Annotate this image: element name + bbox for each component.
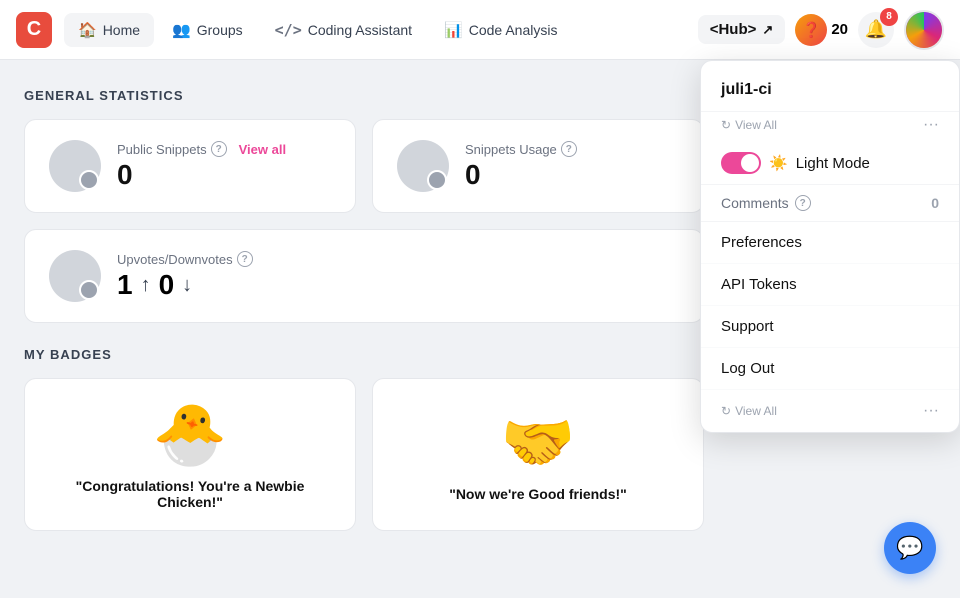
hub-label: <Hub> — [710, 21, 757, 38]
upvotes-info: Upvotes/Downvotes ? 1 ↑ 0 ↓ — [117, 251, 253, 301]
avatar-inner — [906, 12, 942, 48]
api-tokens-label: API Tokens — [721, 276, 797, 293]
friends-emoji: 🤝 — [501, 407, 576, 478]
newbie-title: "Congratulations! You're a Newbie Chicke… — [45, 478, 335, 510]
chat-icon: 💬 — [896, 535, 923, 561]
top-view-all-label: View All — [735, 118, 777, 132]
light-mode-text: Light Mode — [796, 155, 870, 172]
down-arrow-icon: ↓ — [182, 274, 192, 297]
hub-button[interactable]: <Hub> ↗ — [698, 15, 786, 44]
comments-row: Comments ? 0 — [701, 185, 959, 222]
nav-item-code-analysis[interactable]: 📊 Code Analysis — [430, 13, 571, 47]
badges-section: MY BADGES 🐣 "Congratulations! You're a N… — [24, 347, 704, 531]
nav-coding-label: Coding Assistant — [308, 22, 412, 38]
nav-home-label: Home — [103, 22, 140, 38]
view-all-link[interactable]: View all — [239, 142, 286, 157]
nav-groups-label: Groups — [197, 22, 243, 38]
dropdown-top-view-all: ↻ View All ··· — [701, 116, 959, 142]
logout-label: Log Out — [721, 360, 774, 377]
logo[interactable]: C — [16, 12, 52, 48]
downvote-value: 0 — [159, 269, 175, 301]
comments-count: 0 — [931, 195, 939, 211]
bottom-view-all-link[interactable]: ↻ View All — [721, 404, 777, 418]
hub-external-icon: ↗ — [762, 22, 773, 38]
snippet-label-text: Public Snippets — [117, 142, 207, 157]
snippets-usage-card: Snippets Usage ? 0 — [372, 119, 704, 213]
logout-item[interactable]: Log Out — [701, 348, 959, 390]
toggle-thumb — [741, 154, 759, 172]
bottom-view-all-label: View All — [735, 404, 777, 418]
upvotes-label-text: Upvotes/Downvotes — [117, 252, 233, 267]
nav-item-groups[interactable]: 👥 Groups — [158, 13, 257, 47]
nav-item-coding-assistant[interactable]: </> Coding Assistant — [261, 13, 426, 47]
points-count: 20 — [831, 21, 848, 38]
groups-icon: 👥 — [172, 21, 191, 39]
points-badge: ❓ 20 — [795, 14, 848, 46]
dropdown-footer: ↻ View All ··· — [701, 394, 959, 424]
preferences-label: Preferences — [721, 234, 802, 251]
badges-title: MY BADGES — [24, 347, 704, 362]
chat-button[interactable]: 💬 — [884, 522, 936, 574]
snippet-value: 0 — [117, 159, 286, 191]
badge-friends: 🤝 "Now we're Good friends!" — [372, 378, 704, 531]
upvote-value: 1 — [117, 269, 133, 301]
api-tokens-item[interactable]: API Tokens — [701, 264, 959, 306]
upvotes-label: Upvotes/Downvotes ? — [117, 251, 253, 267]
badge-newbie: 🐣 "Congratulations! You're a Newbie Chic… — [24, 378, 356, 531]
logo-letter: C — [27, 18, 41, 41]
friends-title: "Now we're Good friends!" — [449, 486, 627, 502]
up-arrow-icon: ↑ — [141, 274, 151, 297]
header: C 🏠 Home 👥 Groups </> Coding Assistant 📊… — [0, 0, 960, 60]
usage-avatar — [397, 140, 449, 192]
dropdown-menu: juli1-ci ↻ View All ··· ☀️ Light Mode Co… — [700, 60, 960, 433]
light-mode-toggle[interactable] — [721, 152, 761, 174]
badge-grid: 🐣 "Congratulations! You're a Newbie Chic… — [24, 378, 704, 531]
bottom-dots-button[interactable]: ··· — [923, 402, 939, 420]
public-snippets-card: Public Snippets ? View all 0 — [24, 119, 356, 213]
stats-grid: Public Snippets ? View all 0 Snippets Us… — [24, 119, 704, 213]
notification-count: 8 — [880, 8, 898, 26]
light-mode-row: ☀️ Light Mode — [701, 142, 959, 185]
snippet-info: Public Snippets ? View all 0 — [117, 141, 286, 191]
usage-label: Snippets Usage ? — [465, 141, 577, 157]
usage-value: 0 — [465, 159, 577, 191]
usage-help-icon[interactable]: ? — [561, 141, 577, 157]
upvotes-card: Upvotes/Downvotes ? 1 ↑ 0 ↓ — [24, 229, 704, 323]
nav-analysis-label: Code Analysis — [469, 22, 558, 38]
header-right: <Hub> ↗ ❓ 20 🔔 8 — [698, 10, 944, 50]
vote-display: 1 ↑ 0 ↓ — [117, 269, 253, 301]
snippet-label: Public Snippets ? View all — [117, 141, 286, 157]
usage-info: Snippets Usage ? 0 — [465, 141, 577, 191]
comments-help-icon[interactable]: ? — [795, 195, 811, 211]
upvotes-avatar — [49, 250, 101, 302]
upvotes-help-icon[interactable]: ? — [237, 251, 253, 267]
dropdown-username: juli1-ci — [721, 81, 939, 99]
newbie-emoji: 🐣 — [153, 399, 228, 470]
points-icon: ❓ — [795, 14, 827, 46]
user-avatar[interactable] — [904, 10, 944, 50]
bottom-refresh-icon: ↻ — [721, 404, 731, 418]
usage-label-text: Snippets Usage — [465, 142, 557, 157]
comments-label: Comments ? — [721, 195, 811, 211]
dots-button[interactable]: ··· — [923, 116, 939, 134]
support-item[interactable]: Support — [701, 306, 959, 348]
nav: 🏠 Home 👥 Groups </> Coding Assistant 📊 C… — [64, 13, 698, 47]
home-icon: 🏠 — [78, 21, 97, 39]
refresh-icon: ↻ — [721, 118, 731, 132]
preferences-item[interactable]: Preferences — [701, 222, 959, 264]
dropdown-header: juli1-ci — [701, 73, 959, 112]
analysis-icon: 📊 — [444, 21, 463, 39]
snippet-avatar — [49, 140, 101, 192]
sun-icon: ☀️ — [769, 154, 788, 172]
snippet-help-icon[interactable]: ? — [211, 141, 227, 157]
notification-button[interactable]: 🔔 8 — [858, 12, 894, 48]
coding-icon: </> — [275, 21, 302, 39]
support-label: Support — [721, 318, 774, 335]
comments-label-text: Comments — [721, 195, 789, 211]
nav-item-home[interactable]: 🏠 Home — [64, 13, 154, 47]
light-mode-label: ☀️ Light Mode — [721, 152, 870, 174]
top-view-all-link[interactable]: ↻ View All — [721, 118, 777, 132]
